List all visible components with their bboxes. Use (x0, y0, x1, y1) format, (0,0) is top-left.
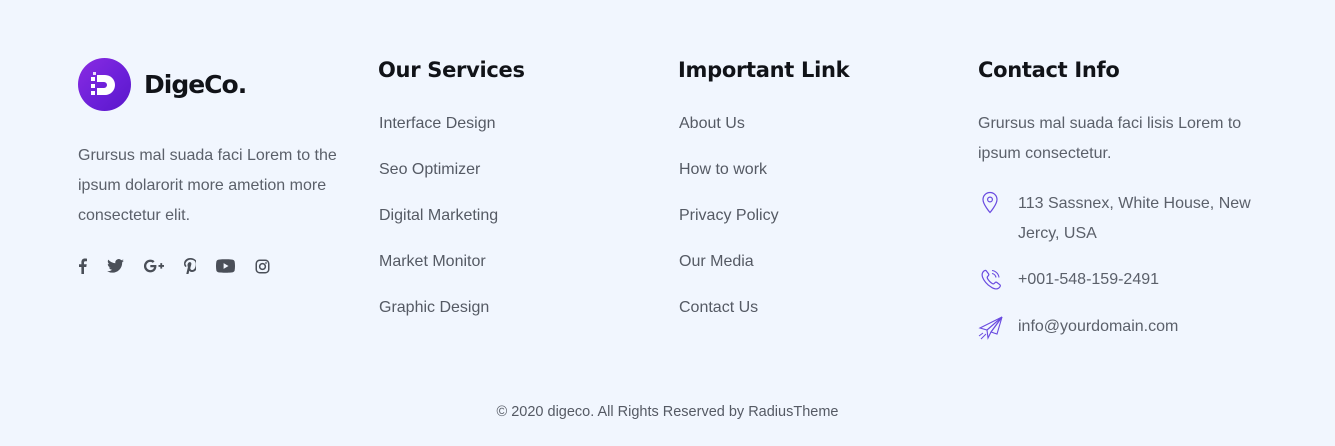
services-title: Our Services (378, 58, 525, 82)
social-links (78, 256, 290, 276)
list-item: Privacy Policy (679, 204, 779, 250)
list-item: Interface Design (379, 112, 498, 158)
google-plus-icon[interactable] (144, 256, 164, 276)
service-link-interface-design[interactable]: Interface Design (379, 115, 496, 132)
contact-address: 113 Sassnex, White House, New Jercy, USA (978, 189, 1268, 249)
contact-phone: +001-548-159-2491 (978, 265, 1268, 295)
list-item: Market Monitor (379, 250, 498, 296)
brand-name: DigeCo. (144, 70, 247, 99)
twitter-icon[interactable] (107, 256, 124, 276)
services-list: Interface Design Seo Optimizer Digital M… (379, 112, 498, 342)
contact-info-title: Contact Info (978, 58, 1120, 82)
link-privacy-policy[interactable]: Privacy Policy (679, 207, 779, 224)
list-item: Seo Optimizer (379, 158, 498, 204)
important-links-list: About Us How to work Privacy Policy Our … (679, 112, 779, 342)
brand-description: Grursus mal suada faci Lorem to the ipsu… (78, 147, 337, 224)
link-about-us[interactable]: About Us (679, 115, 745, 132)
contact-email: info@yourdomain.com (978, 312, 1268, 342)
list-item: About Us (679, 112, 779, 158)
logo-mark-icon (78, 58, 131, 111)
service-link-seo-optimizer[interactable]: Seo Optimizer (379, 161, 480, 178)
youtube-icon[interactable] (216, 256, 235, 276)
pinterest-icon[interactable] (184, 256, 196, 276)
instagram-icon[interactable] (255, 256, 270, 276)
contact-description: Grursus mal suada faci lisis Lorem to ip… (978, 115, 1242, 162)
link-our-media[interactable]: Our Media (679, 253, 754, 270)
link-how-to-work[interactable]: How to work (679, 161, 767, 178)
list-item: How to work (679, 158, 779, 204)
site-footer: DigeCo. Grursus mal suada faci Lorem to … (0, 0, 1335, 446)
service-link-graphic-design[interactable]: Graphic Design (379, 299, 489, 316)
list-item: Contact Us (679, 296, 779, 342)
facebook-icon[interactable] (78, 256, 87, 276)
address-text: 113 Sassnex, White House, New Jercy, USA (1018, 195, 1251, 242)
important-link-title: Important Link (678, 58, 850, 82)
phone-text[interactable]: +001-548-159-2491 (1018, 265, 1268, 295)
location-pin-icon (978, 189, 1004, 215)
copyright-text: © 2020 digeco. All Rights Reserved by Ra… (496, 404, 839, 420)
paper-plane-icon (978, 312, 1004, 340)
list-item: Our Media (679, 250, 779, 296)
link-contact-us[interactable]: Contact Us (679, 299, 758, 316)
service-link-digital-marketing[interactable]: Digital Marketing (379, 207, 498, 224)
email-text[interactable]: info@yourdomain.com (1018, 312, 1268, 342)
service-link-market-monitor[interactable]: Market Monitor (379, 253, 486, 270)
list-item: Graphic Design (379, 296, 498, 342)
phone-icon (978, 265, 1004, 291)
list-item: Digital Marketing (379, 204, 498, 250)
brand-logo[interactable]: DigeCo. (78, 58, 247, 111)
